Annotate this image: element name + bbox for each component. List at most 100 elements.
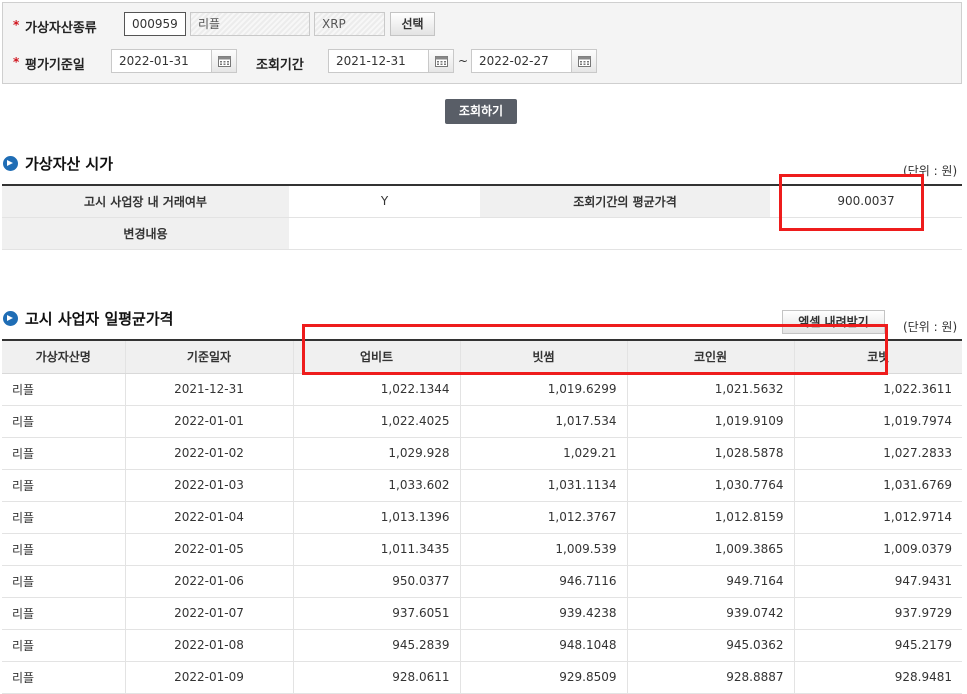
search-panel: * 가상자산종류 000959 리플 XRP 선택 * 평가기준일 2022-0… (2, 2, 962, 84)
cell-upbit: 950.0377 (292, 565, 460, 598)
cell-asset-name: 리플 (2, 437, 125, 470)
section-daily-avg-title: 고시 사업자 일평균가격 (3, 308, 173, 329)
cell-date: 2022-01-05 (124, 533, 293, 566)
period-start-calendar-button[interactable] (428, 49, 454, 73)
cell-korbit: 945.2179 (793, 629, 962, 662)
cell-bithumb: 1,031.1134 (459, 469, 627, 502)
table-row: 리플 2022-01-03 1,033.602 1,031.1134 1,030.776… (2, 469, 962, 502)
cell-bithumb: 939.4238 (459, 597, 627, 630)
cell-bithumb: 1,029.21 (459, 437, 627, 470)
eval-date-calendar-button[interactable] (211, 49, 237, 73)
cell-korbit: 1,027.2833 (793, 437, 962, 470)
cell-date: 2021-12-31 (124, 373, 293, 406)
asset-code-input[interactable]: 000959 (124, 12, 186, 36)
cell-asset-name: 리플 (2, 501, 125, 534)
col-header-asset: 가상자산명 (2, 340, 125, 374)
cell-asset-name: 리플 (2, 533, 125, 566)
cell-upbit: 1,022.1344 (292, 373, 460, 406)
cell-asset-name: 리플 (2, 469, 125, 502)
cell-coinone: 949.7164 (626, 565, 794, 598)
cell-asset-name: 리플 (2, 661, 125, 694)
calendar-icon (435, 56, 448, 67)
cell-korbit: 928.9481 (793, 661, 962, 694)
cell-bithumb: 948.1048 (459, 629, 627, 662)
cell-upbit: 1,022.4025 (292, 405, 460, 438)
period-start-input[interactable]: 2021-12-31 (328, 49, 429, 73)
cell-asset-name: 리플 (2, 405, 125, 438)
cell-date: 2022-01-06 (124, 565, 293, 598)
table-row: 리플 2022-01-01 1,022.4025 1,017.534 1,019.910… (2, 405, 962, 438)
cell-coinone: 1,012.8159 (626, 501, 794, 534)
eval-date-label: 평가기준일 (25, 58, 85, 73)
cell-coinone: 928.8887 (626, 661, 794, 694)
cell-upbit: 928.0611 (292, 661, 460, 694)
cell-upbit: 1,011.3435 (292, 533, 460, 566)
cell-upbit: 937.6051 (292, 597, 460, 630)
table-row: 리플 2022-01-07 937.6051 939.4238 939.0742 937.… (2, 597, 962, 630)
cell-date: 2022-01-01 (124, 405, 293, 438)
cell-coinone: 945.0362 (626, 629, 794, 662)
unit-label: (단위 : 원) (903, 320, 958, 334)
eval-date-input[interactable]: 2022-01-31 (111, 49, 212, 73)
period-end-input[interactable]: 2022-02-27 (471, 49, 572, 73)
change-label: 변경내용 (2, 217, 289, 250)
cell-bithumb: 929.8509 (459, 661, 627, 694)
cell-korbit: 1,012.9714 (793, 501, 962, 534)
cell-coinone: 1,009.3865 (626, 533, 794, 566)
cell-asset-name: 리플 (2, 597, 125, 630)
cell-bithumb: 946.7116 (459, 565, 627, 598)
cell-coinone: 1,028.5878 (626, 437, 794, 470)
cell-date: 2022-01-08 (124, 629, 293, 662)
table-row: 리플 2021-12-31 1,022.1344 1,019.6299 1,021.56… (2, 373, 962, 406)
cell-korbit: 1,022.3611 (793, 373, 962, 406)
cell-korbit: 937.9729 (793, 597, 962, 630)
period-end-calendar-button[interactable] (571, 49, 597, 73)
section-title-text: 가상자산 시가 (25, 155, 114, 173)
asset-name-field: 리플 (190, 12, 310, 36)
required-mark: * (13, 18, 20, 32)
arrow-circle-icon (3, 156, 18, 171)
trade-flag-label: 고시 사업장 내 거래여부 (2, 185, 289, 218)
cell-asset-name: 리플 (2, 565, 125, 598)
cell-asset-name: 리플 (2, 629, 125, 662)
cell-korbit: 1,009.0379 (793, 533, 962, 566)
cell-date: 2022-01-02 (124, 437, 293, 470)
table-row: 리플 2022-01-05 1,011.3435 1,009.539 1,009.386… (2, 533, 962, 566)
cell-korbit: 1,019.7974 (793, 405, 962, 438)
asset-symbol-field: XRP (314, 12, 385, 36)
cell-date: 2022-01-03 (124, 469, 293, 502)
cell-bithumb: 1,017.534 (459, 405, 627, 438)
asset-type-label: 가상자산종류 (25, 21, 97, 36)
search-button[interactable]: 조회하기 (445, 99, 517, 124)
highlight-box (302, 324, 888, 375)
calendar-icon (578, 56, 591, 67)
cell-upbit: 1,029.928 (292, 437, 460, 470)
cell-bithumb: 1,009.539 (459, 533, 627, 566)
period-label: 조회기간 (256, 58, 304, 73)
cell-bithumb: 1,012.3767 (459, 501, 627, 534)
table-row: 리플 2022-01-02 1,029.928 1,029.21 1,028.5878 1… (2, 437, 962, 470)
cell-korbit: 947.9431 (793, 565, 962, 598)
table-row: 리플 2022-01-08 945.2839 948.1048 945.0362 945.… (2, 629, 962, 662)
cell-upbit: 1,033.602 (292, 469, 460, 502)
cell-coinone: 1,021.5632 (626, 373, 794, 406)
calendar-icon (218, 56, 231, 67)
cell-bithumb: 1,019.6299 (459, 373, 627, 406)
cell-upbit: 945.2839 (292, 629, 460, 662)
table-row: 리플 2022-01-06 950.0377 946.7116 949.7164 947.… (2, 565, 962, 598)
section-market-price-title: 가상자산 시가 (3, 153, 113, 174)
highlight-box (779, 174, 924, 231)
required-mark: * (13, 55, 20, 69)
select-button[interactable]: 선택 (390, 12, 435, 36)
cell-date: 2022-01-07 (124, 597, 293, 630)
cell-coinone: 1,030.7764 (626, 469, 794, 502)
daily-avg-table: 가상자산명 기준일자 업비트 빗썸 코인원 코빗 리플 2021-12-31 1,0… (2, 339, 962, 694)
arrow-circle-icon (3, 311, 18, 326)
cell-coinone: 939.0742 (626, 597, 794, 630)
cell-upbit: 1,013.1396 (292, 501, 460, 534)
cell-coinone: 1,019.9109 (626, 405, 794, 438)
col-header-date: 기준일자 (124, 340, 293, 374)
section-title-text: 고시 사업자 일평균가격 (25, 310, 174, 328)
cell-date: 2022-01-04 (124, 501, 293, 534)
trade-flag-value: Y (289, 185, 480, 218)
